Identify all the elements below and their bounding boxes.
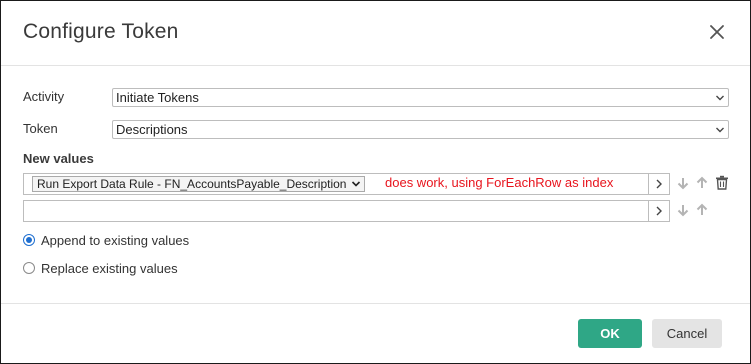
replace-radio[interactable] <box>23 262 35 274</box>
close-icon <box>710 25 724 39</box>
arrow-up-icon <box>696 176 708 188</box>
activity-select[interactable]: Initiate Tokens <box>112 88 729 107</box>
new-values-title: New values <box>23 151 94 166</box>
dialog-title: Configure Token <box>23 20 179 43</box>
cancel-button[interactable]: Cancel <box>652 319 722 348</box>
chevron-down-icon <box>352 181 361 187</box>
value-picker-button[interactable] <box>648 174 669 194</box>
replace-label: Replace existing values <box>41 261 178 276</box>
value-picker-button[interactable] <box>648 201 669 221</box>
move-down-button[interactable] <box>676 203 690 217</box>
move-up-button[interactable] <box>695 176 709 190</box>
arrow-down-icon <box>677 178 689 190</box>
chevron-down-icon <box>716 95 724 101</box>
chevron-right-icon <box>656 179 662 189</box>
token-label: Token <box>23 121 58 136</box>
configure-token-dialog: Configure Token Activity Initiate Tokens… <box>0 0 751 364</box>
arrow-up-icon <box>696 203 708 215</box>
activity-select-value: Initiate Tokens <box>116 90 199 105</box>
chevron-down-icon <box>716 127 724 133</box>
annotation-note: does work, using ForEachRow as index <box>385 175 614 190</box>
arrow-down-icon <box>677 205 689 217</box>
move-up-button[interactable] <box>695 203 709 217</box>
token-select-value: Descriptions <box>116 122 188 137</box>
trash-icon <box>716 175 728 190</box>
dialog-header: Configure Token <box>1 1 750 66</box>
activity-label: Activity <box>23 89 65 104</box>
value-token-pill[interactable]: Run Export Data Rule - FN_AccountsPayabl… <box>32 176 366 192</box>
footer-divider <box>1 303 750 304</box>
move-down-button[interactable] <box>676 176 690 190</box>
close-button[interactable] <box>706 21 728 43</box>
append-radio[interactable] <box>23 234 35 246</box>
delete-button[interactable] <box>715 175 729 190</box>
new-value-row-2[interactable] <box>23 200 670 222</box>
chevron-right-icon <box>656 206 662 216</box>
value-token-pill-label: Run Export Data Rule - FN_AccountsPayabl… <box>37 177 347 191</box>
append-label: Append to existing values <box>41 233 190 248</box>
token-select[interactable]: Descriptions <box>112 120 729 139</box>
ok-button[interactable]: OK <box>578 319 642 348</box>
